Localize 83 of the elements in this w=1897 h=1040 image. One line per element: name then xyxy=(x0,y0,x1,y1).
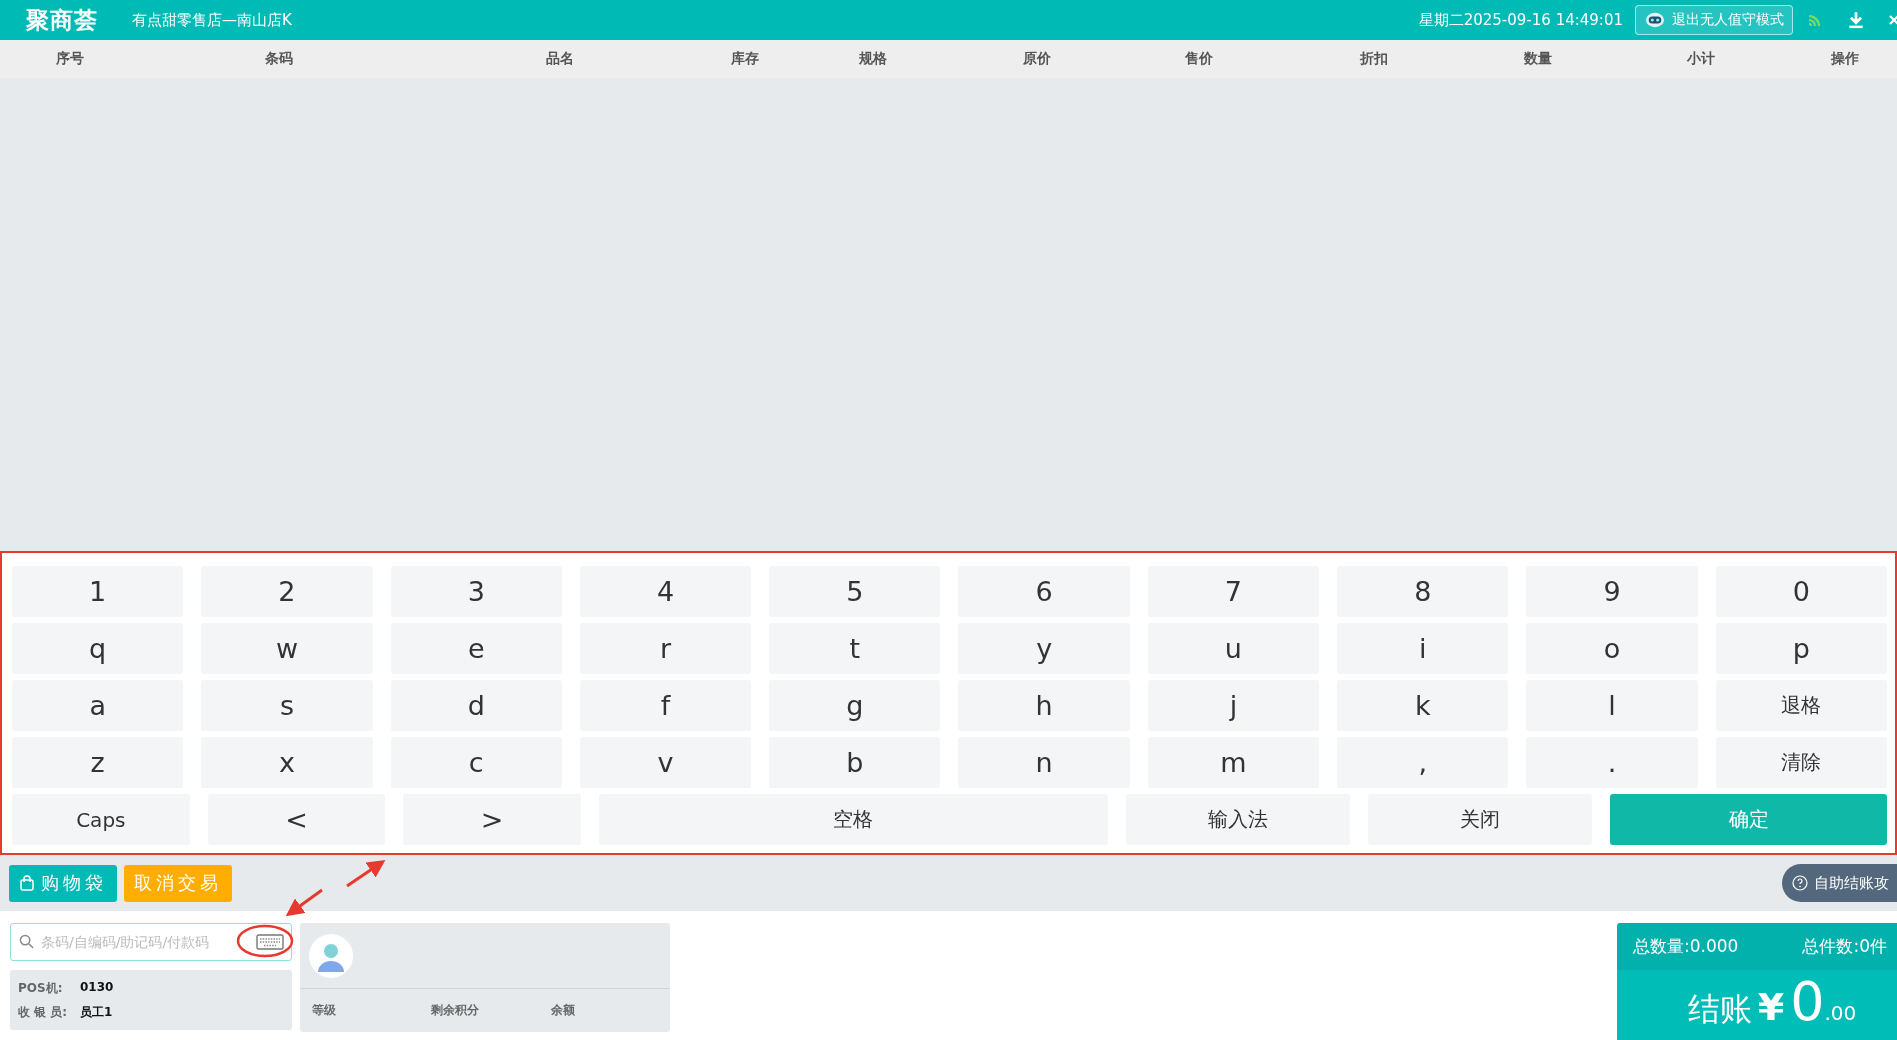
column-header: 规格 xyxy=(858,50,888,68)
keyboard-key[interactable]: r xyxy=(579,623,752,674)
keyboard-key[interactable]: 5 xyxy=(769,566,941,617)
annotation-arrow xyxy=(285,888,323,917)
keyboard-key[interactable]: i xyxy=(1337,623,1509,674)
column-header: 原价 xyxy=(1022,50,1052,68)
member-field-label: 剩余积分 xyxy=(431,1002,481,1019)
download-icon[interactable] xyxy=(1847,11,1865,29)
keyboard-key[interactable]: < xyxy=(207,794,386,845)
signal-icon xyxy=(1807,12,1823,28)
keyboard-key[interactable]: 清除 xyxy=(1715,737,1887,788)
keyboard-key[interactable]: 关闭 xyxy=(1367,794,1592,845)
keyboard-key[interactable]: f xyxy=(579,680,752,731)
keyboard-key[interactable]: u xyxy=(1147,623,1320,674)
keyboard-key[interactable]: 6 xyxy=(958,566,1130,617)
column-header: 条码 xyxy=(264,50,294,68)
column-header: 折扣 xyxy=(1359,50,1389,68)
keyboard-key[interactable]: l xyxy=(1526,680,1698,731)
keyboard-key[interactable]: o xyxy=(1526,623,1698,674)
keyboard-key[interactable]: y xyxy=(958,623,1130,674)
info-value: 员工1 xyxy=(80,1003,113,1021)
column-header: 小计 xyxy=(1686,50,1716,68)
keyboard-key[interactable]: , xyxy=(1337,737,1509,788)
keyboard-key[interactable]: > xyxy=(403,794,581,845)
info-label: 收 银 员: xyxy=(18,1003,69,1021)
keyboard-key[interactable]: a xyxy=(12,680,184,731)
keyboard-key[interactable]: m xyxy=(1147,737,1320,788)
keyboard-key[interactable]: k xyxy=(1337,680,1509,731)
total-pieces: 总件数:0件 xyxy=(1802,935,1887,958)
keyboard-key[interactable]: g xyxy=(769,680,941,731)
keyboard-key[interactable]: x xyxy=(201,737,373,788)
keyboard-key[interactable]: 7 xyxy=(1147,566,1320,617)
column-header: 序号 xyxy=(55,50,85,68)
keyboard-key[interactable]: . xyxy=(1526,737,1698,788)
keyboard-key[interactable]: w xyxy=(201,623,373,674)
self-checkout-guide-button[interactable]: 自助结账攻 xyxy=(1782,864,1897,902)
column-header: 库存 xyxy=(730,50,760,68)
column-header: 数量 xyxy=(1523,50,1553,68)
keyboard-key[interactable]: 1 xyxy=(12,566,184,617)
keyboard-key[interactable]: n xyxy=(958,737,1130,788)
keyboard-key[interactable]: Caps xyxy=(12,794,190,845)
close-icon[interactable] xyxy=(1889,13,1897,27)
robot-icon xyxy=(1644,11,1666,29)
info-label: POS机: xyxy=(18,979,64,997)
keyboard-key[interactable]: c xyxy=(390,737,562,788)
column-header: 操作 xyxy=(1829,50,1860,68)
keyboard-key[interactable]: h xyxy=(958,680,1130,731)
column-header: 品名 xyxy=(545,50,575,68)
info-value: 0130 xyxy=(80,979,114,996)
keyboard-key[interactable]: q xyxy=(12,623,184,674)
keyboard-key[interactable]: z xyxy=(12,737,184,788)
keyboard-key[interactable]: 2 xyxy=(201,566,373,617)
date-time: 星期二2025-09-16 14:49:01 xyxy=(1418,10,1623,30)
keyboard-key[interactable]: b xyxy=(769,737,941,788)
keyboard-key[interactable]: e xyxy=(390,623,562,674)
keyboard-key[interactable]: 输入法 xyxy=(1125,794,1350,845)
logo: 聚商荟 xyxy=(26,5,98,35)
keyboard-key[interactable]: s xyxy=(201,680,373,731)
search-field[interactable]: 条码/自编码/助记码/付款码 xyxy=(10,923,292,961)
store-name: 有点甜零售店—南山店K xyxy=(132,10,292,30)
annotation-ellipse xyxy=(236,924,294,958)
annotation-arrow xyxy=(346,859,386,888)
keyboard-key[interactable]: p xyxy=(1715,623,1887,674)
keyboard-key[interactable]: d xyxy=(390,680,562,731)
keyboard-key[interactable]: 8 xyxy=(1337,566,1509,617)
total-quantity: 总数量:0.000 xyxy=(1633,935,1739,958)
keyboard-key[interactable]: v xyxy=(579,737,752,788)
keyboard-key[interactable]: 9 xyxy=(1526,566,1698,617)
help-icon xyxy=(1792,875,1808,891)
keyboard-key[interactable]: 4 xyxy=(579,566,752,617)
member-field-label: 余额 xyxy=(550,1002,576,1019)
keyboard-key[interactable]: 退格 xyxy=(1715,680,1887,731)
keyboard-key[interactable]: 3 xyxy=(390,566,562,617)
bag-icon xyxy=(19,875,35,891)
search-icon xyxy=(19,934,34,949)
column-header: 售价 xyxy=(1184,50,1214,68)
keyboard-key[interactable]: t xyxy=(769,623,941,674)
keyboard-key[interactable]: j xyxy=(1147,680,1320,731)
member-field-label: 等级 xyxy=(312,1002,337,1019)
keyboard-key[interactable]: 空格 xyxy=(598,794,1108,845)
keyboard-icon[interactable] xyxy=(256,934,284,950)
keyboard-key[interactable]: 0 xyxy=(1715,566,1887,617)
avatar-icon xyxy=(309,933,353,978)
